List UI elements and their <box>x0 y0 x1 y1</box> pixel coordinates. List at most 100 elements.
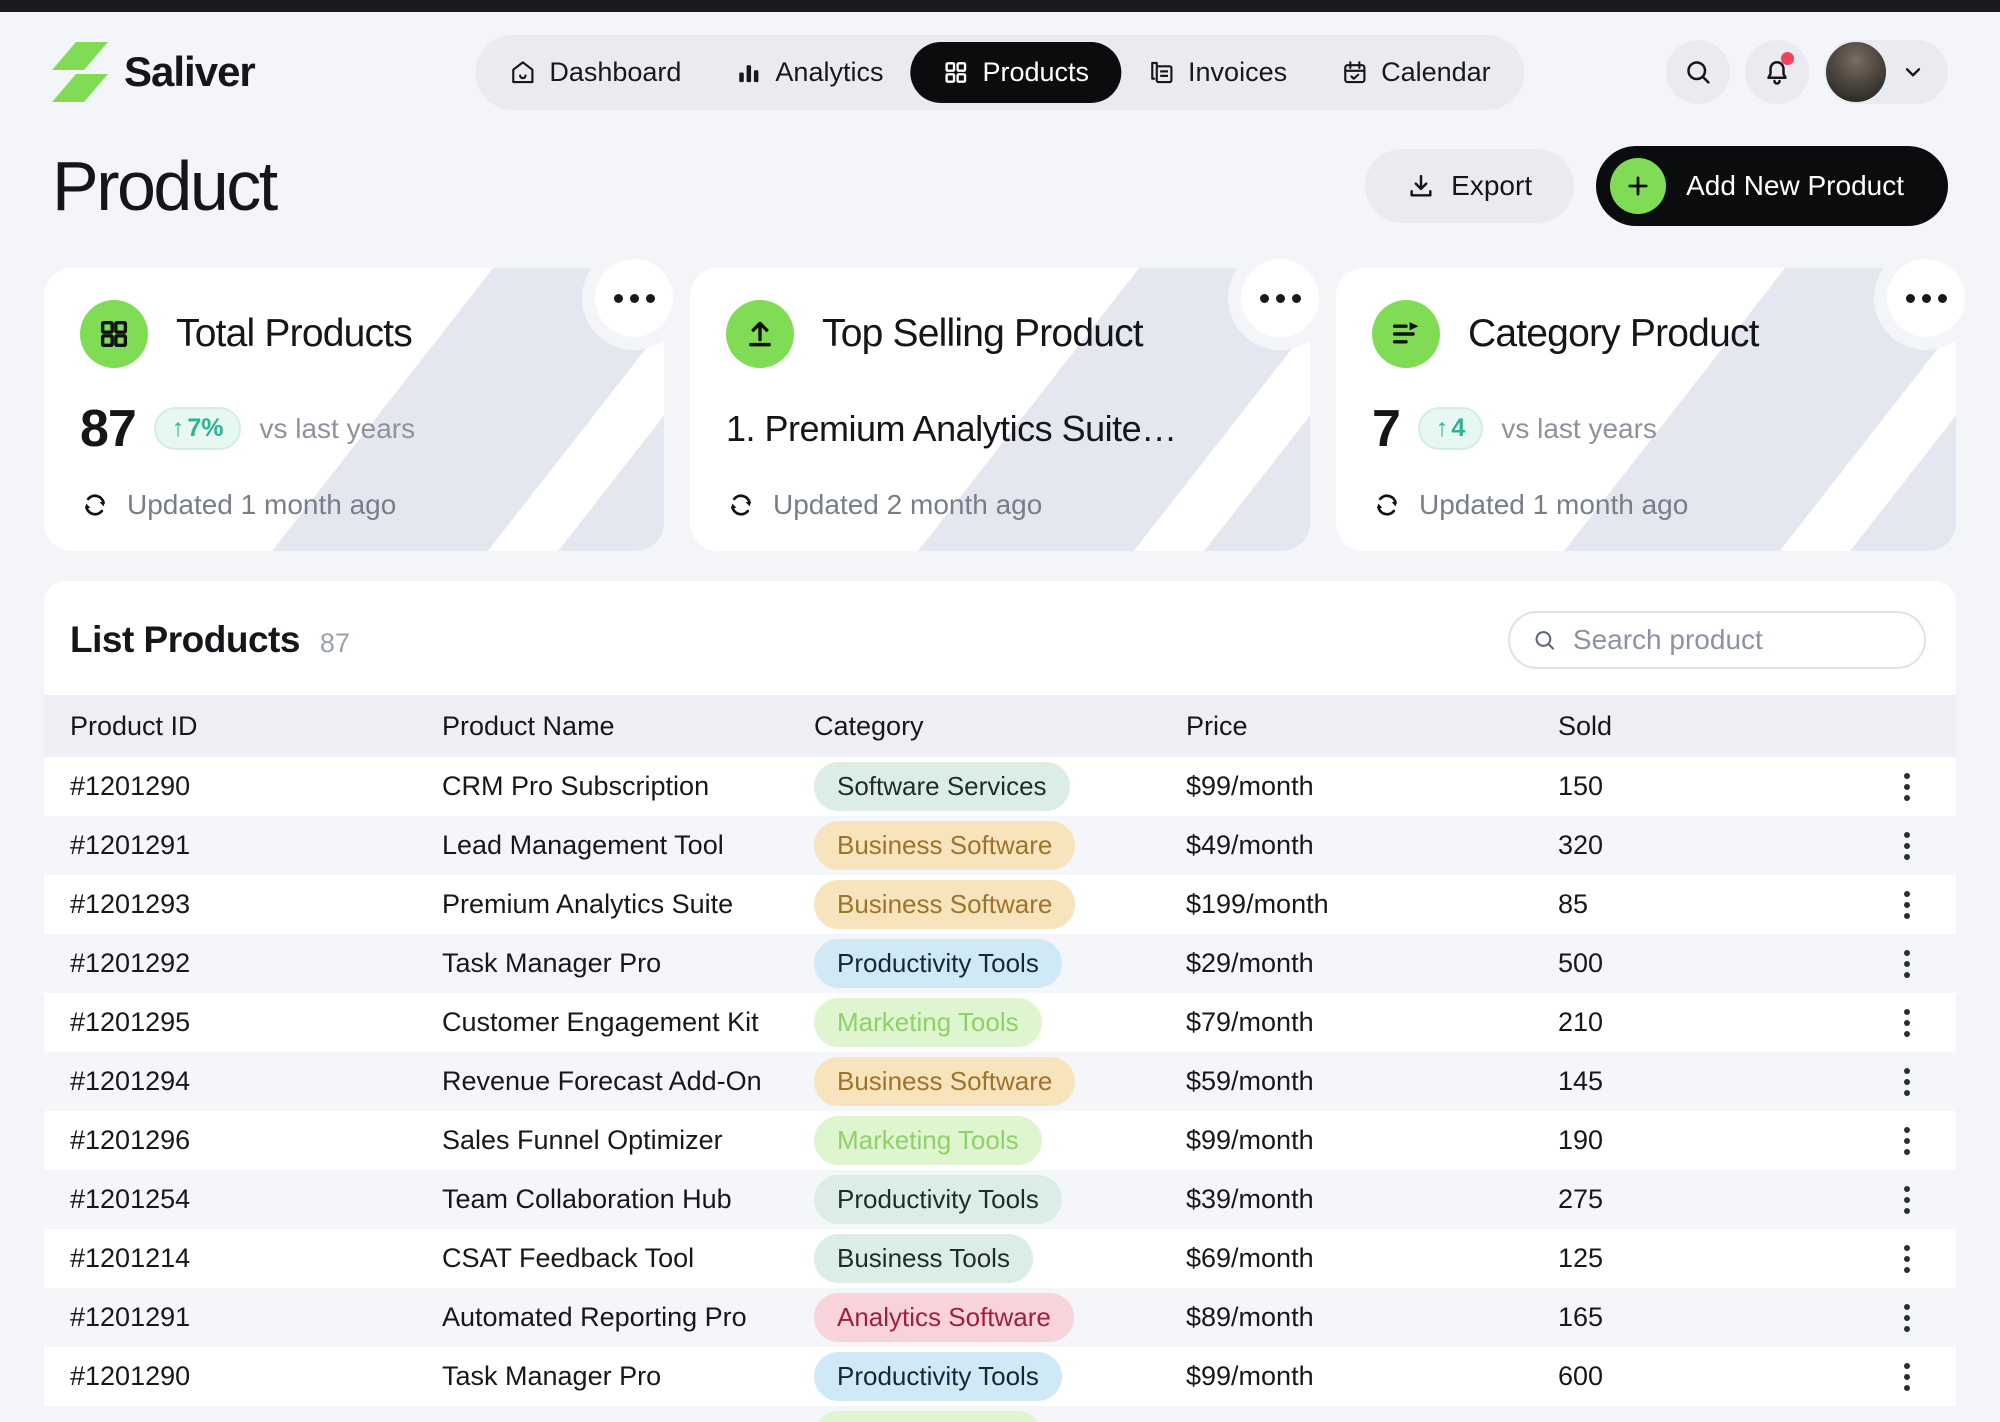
price-cell: $99/month <box>1186 1361 1558 1392</box>
brand-logo[interactable]: Saliver <box>52 41 255 103</box>
bar-chart-icon <box>735 59 762 86</box>
product-name-cell: Team Collaboration Hub <box>442 1184 814 1215</box>
table-search[interactable] <box>1508 611 1926 669</box>
nav-label: Products <box>982 57 1089 88</box>
avatar <box>1824 40 1888 104</box>
row-menu-button[interactable] <box>1898 944 1916 984</box>
table-body: #1201290 CRM Pro Subscription Software S… <box>44 757 1956 1422</box>
chevron-down-icon <box>1900 59 1926 85</box>
col-product-name: Product Name <box>442 711 814 742</box>
export-button[interactable]: Export <box>1365 149 1574 223</box>
row-menu-button[interactable] <box>1898 767 1916 807</box>
nav-item-dashboard[interactable]: Dashboard <box>482 42 708 103</box>
product-id-cell: #1201294 <box>70 1066 442 1097</box>
product-id-cell: #1201214 <box>70 1243 442 1274</box>
nav-item-calendar[interactable]: Calendar <box>1314 42 1518 103</box>
page-title: Product <box>52 146 276 226</box>
product-id-cell: #1201291 <box>70 1302 442 1333</box>
row-menu-button[interactable] <box>1898 1180 1916 1220</box>
profile-menu[interactable] <box>1824 40 1948 104</box>
sold-cell: 125 <box>1558 1243 1868 1274</box>
nav-label: Analytics <box>775 57 883 88</box>
category-pill: Productivity Tools <box>814 1175 1062 1224</box>
row-menu-button[interactable] <box>1898 1357 1916 1397</box>
price-cell: $199/month <box>1186 889 1558 920</box>
category-pill: Business Software <box>814 1057 1075 1106</box>
grid-icon <box>942 59 969 86</box>
card-updated: Updated 1 month ago <box>80 489 628 521</box>
row-menu-button[interactable] <box>1898 1298 1916 1338</box>
price-cell: $49/month <box>1186 830 1558 861</box>
table-row: #1201295 Customer Engagement Kit Marketi… <box>44 993 1956 1052</box>
sold-cell: 500 <box>1558 948 1868 979</box>
row-menu-button[interactable] <box>1898 1239 1916 1279</box>
row-menu-button[interactable] <box>1898 885 1916 925</box>
list-products-title: List Products <box>70 619 300 661</box>
price-cell: $29/month <box>1186 948 1558 979</box>
col-sold: Sold <box>1558 711 1868 742</box>
row-menu-button[interactable] <box>1898 1416 1916 1422</box>
brand-logo-icon <box>52 41 108 103</box>
col-category: Category <box>814 711 1186 742</box>
row-menu-button[interactable] <box>1898 826 1916 866</box>
category-pill: Software Services <box>814 762 1070 811</box>
product-id-cell: #1201254 <box>70 1184 442 1215</box>
product-id-cell: #1201292 <box>70 948 442 979</box>
col-price: Price <box>1186 711 1558 742</box>
card-title: Category Product <box>1468 312 1759 356</box>
row-menu-button[interactable] <box>1898 1062 1916 1102</box>
card-updated: Updated 2 month ago <box>726 489 1274 521</box>
refresh-icon <box>80 490 110 520</box>
compare-text: vs last years <box>259 413 415 445</box>
add-new-product-button[interactable]: Add New Product <box>1596 146 1948 226</box>
category-pill: Marketing Tools <box>814 1116 1042 1165</box>
category-pill: Productivity Tools <box>814 1352 1062 1401</box>
category-pill: Analytics Software <box>814 1293 1074 1342</box>
home-icon <box>509 59 536 86</box>
card-menu-button[interactable] <box>1241 259 1319 337</box>
export-label: Export <box>1451 170 1532 202</box>
card-updated: Updated 1 month ago <box>1372 489 1920 521</box>
search-button[interactable] <box>1666 40 1730 104</box>
calendar-icon <box>1341 59 1368 86</box>
plus-icon <box>1610 158 1666 214</box>
product-name-cell: Automated Reporting Pro <box>442 1302 814 1333</box>
row-menu-button[interactable] <box>1898 1121 1916 1161</box>
product-name-cell: Lead Management Tool <box>442 830 814 861</box>
notifications-button[interactable] <box>1745 40 1809 104</box>
sold-cell: 150 <box>1558 771 1868 802</box>
notification-dot <box>1781 52 1794 65</box>
card-total-products: Total Products 87 ↑7% vs last years Upda… <box>44 268 664 551</box>
add-label: Add New Product <box>1686 170 1904 202</box>
nav-item-products[interactable]: Products <box>910 42 1121 103</box>
top-product-name: 1. Premium Analytics Suite… <box>726 408 1274 450</box>
card-value: 7 <box>1372 399 1400 459</box>
product-name-cell: Task Manager Pro <box>442 948 814 979</box>
product-name-cell: Sales Funnel Optimizer <box>442 1125 814 1156</box>
nav-item-invoices[interactable]: Invoices <box>1121 42 1314 103</box>
col-product-id: Product ID <box>70 711 442 742</box>
row-menu-button[interactable] <box>1898 1003 1916 1043</box>
card-menu-button[interactable] <box>1887 259 1965 337</box>
table-row: #1201296 Sales Funnel Optimizer Marketin… <box>44 1111 1956 1170</box>
product-id-cell: #1201293 <box>70 889 442 920</box>
app-header: Saliver Dashboard Analytics <box>0 12 2000 132</box>
product-name-cell: Revenue Forecast Add-On <box>442 1066 814 1097</box>
table-row: #1201293 Premium Analytics Suite Busines… <box>44 875 1956 934</box>
nav-item-analytics[interactable]: Analytics <box>708 42 910 103</box>
sold-cell: 210 <box>1558 1007 1868 1038</box>
product-name-cell: Premium Analytics Suite <box>442 889 814 920</box>
sold-cell: 85 <box>1558 889 1868 920</box>
card-menu-button[interactable] <box>595 259 673 337</box>
product-id-cell: #1201290 <box>70 771 442 802</box>
card-title: Top Selling Product <box>822 312 1143 356</box>
updated-text: Updated 2 month ago <box>773 489 1042 521</box>
category-pill: Business Software <box>814 880 1075 929</box>
sold-cell: 190 <box>1558 1125 1868 1156</box>
sold-cell: 275 <box>1558 1184 1868 1215</box>
page-title-row: Product Export Add New Product <box>0 132 2000 226</box>
search-product-input[interactable] <box>1573 624 1902 656</box>
nav-label: Invoices <box>1188 57 1287 88</box>
product-id-cell: #1201291 <box>70 830 442 861</box>
invoice-icon <box>1148 59 1175 86</box>
